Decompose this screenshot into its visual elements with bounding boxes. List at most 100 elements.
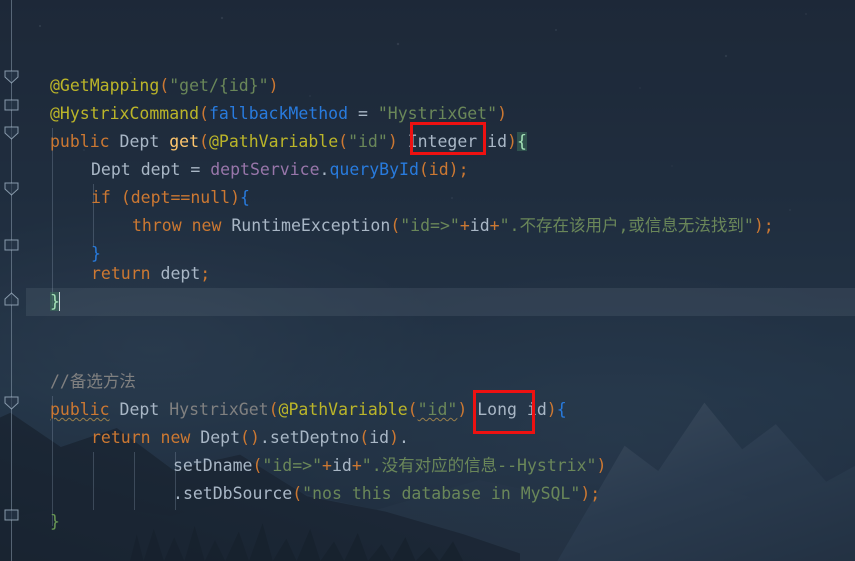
paren-open: (	[268, 400, 279, 419]
param-id: id	[526, 400, 547, 419]
dot: .	[399, 428, 409, 447]
annotation-pathvariable: @PathVariable	[278, 400, 408, 419]
keyword-public: public	[50, 132, 110, 151]
variable-id: id	[469, 216, 490, 235]
boxed-type-long: Long	[477, 400, 517, 419]
if-condition: (dept==null)	[120, 188, 241, 207]
keyword-new: new	[191, 216, 222, 235]
empty-parens: ()	[240, 428, 260, 447]
code-line-3[interactable]: public Dept get(@PathVariable("id") Inte…	[50, 128, 527, 156]
paren-close-inner: )	[387, 132, 398, 151]
boxed-type-integer: Integer	[407, 132, 478, 151]
code-line-16[interactable]: .setDbSource("nos this database in MySQL…	[173, 480, 600, 508]
annotation-hystrixcommand: @HystrixCommand	[50, 104, 200, 123]
keyword-throw: throw	[132, 216, 182, 235]
comment-alternate-method: //备选方法	[50, 372, 136, 391]
annotation-pathvariable: @PathVariable	[208, 132, 339, 151]
code-text-area[interactable]: @GetMapping("get/{id}") @HystrixCommand(…	[0, 0, 855, 561]
type-dept: Dept	[91, 160, 131, 179]
annotation-getmapping: @GetMapping	[50, 76, 160, 95]
equals-sign: =	[180, 160, 211, 179]
code-line-8[interactable]: return dept;	[91, 260, 210, 288]
string-literal: "id"	[417, 400, 458, 419]
string-literal-dbsource: "nos this database in MySQL"	[302, 484, 581, 503]
paren-open: (	[252, 456, 263, 475]
semicolon: ;	[458, 160, 469, 179]
field-deptservice: deptService	[210, 160, 320, 179]
paren-open-inner: (	[338, 132, 349, 151]
equals-sign: =	[348, 104, 378, 123]
string-literal-message: ".不存在该用户,或信息无法找到"	[499, 216, 754, 235]
paren-open: (	[159, 76, 170, 95]
dot: .	[319, 160, 330, 179]
brace-open: {	[556, 400, 567, 419]
editor-surface[interactable]: @GetMapping("get/{id}") @HystrixCommand(…	[0, 0, 855, 561]
text-caret	[58, 292, 61, 311]
method-call-querybyid: queryById	[329, 160, 419, 179]
plus-operator: +	[322, 456, 332, 475]
paren-close: )	[580, 484, 591, 503]
code-line-1[interactable]: @GetMapping("get/{id}")	[50, 72, 279, 100]
paren-close: )	[497, 104, 507, 123]
variable-dept: dept	[140, 160, 181, 179]
code-line-12[interactable]: //备选方法	[50, 368, 136, 396]
brace-close: }	[50, 512, 60, 531]
string-literal: "id"	[348, 132, 388, 151]
code-line-2[interactable]: @HystrixCommand(fallbackMethod = "Hystri…	[50, 100, 507, 128]
keyword-return: return	[91, 428, 151, 447]
string-literal-id: "id=>"	[400, 216, 460, 235]
method-name-hystrixget: HystrixGet	[169, 400, 269, 419]
string-literal-message: ".没有对应的信息--Hystrix"	[361, 456, 597, 475]
code-line-17[interactable]: }	[50, 508, 60, 536]
code-line-13[interactable]: public Dept HystrixGet(@PathVariable("id…	[50, 396, 567, 424]
paren-close: )	[546, 400, 557, 419]
code-line-14[interactable]: return new Dept().setDeptno(id).	[91, 424, 409, 452]
paren-close: )	[507, 132, 517, 151]
param-id: id	[487, 132, 508, 151]
keyword-return: return	[91, 264, 151, 283]
plus-operator: +	[351, 456, 362, 475]
brace-open: {	[240, 188, 250, 207]
method-name-get: get	[169, 132, 200, 151]
paren-close: )	[753, 216, 764, 235]
variable-id: id	[331, 456, 352, 475]
paren-close: )	[389, 428, 400, 447]
code-editor-window: @GetMapping("get/{id}") @HystrixCommand(…	[0, 0, 855, 561]
annotation-param-name: fallbackMethod	[208, 104, 349, 123]
semicolon: ;	[200, 264, 211, 283]
string-literal: "HystrixGet"	[377, 104, 498, 123]
type-runtimeexception: RuntimeException	[231, 216, 391, 235]
variable-id: id	[369, 428, 390, 447]
plus-operator: +	[459, 216, 470, 235]
paren-open: (	[199, 104, 209, 123]
string-literal: "get/{id}"	[169, 76, 269, 95]
method-call-setdeptno: setDeptno	[269, 428, 360, 447]
plus-operator: +	[489, 216, 500, 235]
method-call-setdbsource: setDbSource	[182, 484, 293, 503]
code-line-5[interactable]: if (dept==null){	[91, 184, 250, 212]
paren-close: )	[268, 76, 279, 95]
keyword-new: new	[160, 428, 191, 447]
paren-close-inner: )	[457, 400, 468, 419]
type-dept: Dept	[119, 400, 160, 419]
method-call-setdname: setDname	[173, 456, 253, 475]
type-dept: Dept	[119, 132, 160, 151]
call-arguments: (id)	[418, 160, 459, 179]
code-line-9[interactable]: }	[50, 288, 61, 316]
keyword-public: public	[50, 400, 110, 419]
variable-dept: dept	[160, 264, 201, 283]
semicolon: ;	[590, 484, 601, 503]
dot: .	[173, 484, 183, 503]
paren-open-inner: (	[407, 400, 418, 419]
paren-open: (	[199, 132, 209, 151]
keyword-if: if	[91, 188, 111, 207]
semicolon: ;	[763, 216, 774, 235]
brace-open: {	[516, 132, 527, 151]
code-line-4[interactable]: Dept dept = deptService.queryById(id);	[91, 156, 469, 184]
paren-open: (	[292, 484, 303, 503]
type-dept: Dept	[200, 428, 241, 447]
code-line-6[interactable]: throw new RuntimeException("id=>"+id+".不…	[132, 212, 774, 240]
dot: .	[259, 428, 270, 447]
paren-close: )	[596, 456, 607, 475]
code-line-15[interactable]: setDname("id=>"+id+".没有对应的信息--Hystrix")	[173, 452, 606, 480]
